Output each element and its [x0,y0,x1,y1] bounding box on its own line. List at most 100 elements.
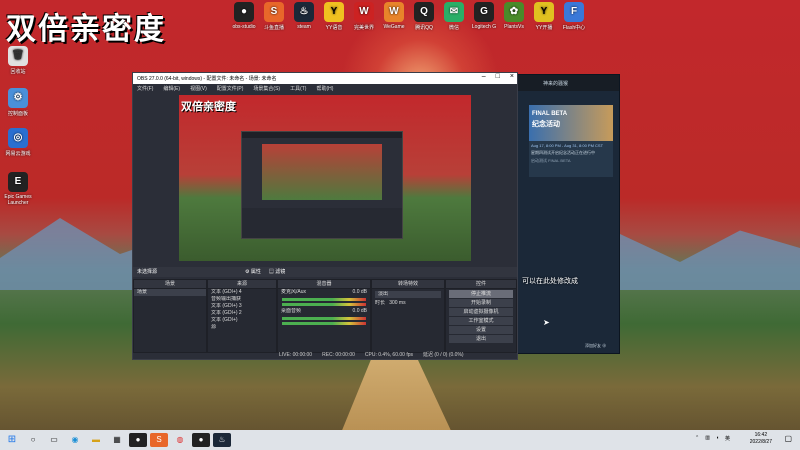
search-icon[interactable]: ○ [24,433,42,447]
obs-titlebar: OBS 27.0.0 (64-bit, windows) - 配置文件: 未命名… [133,73,517,84]
source-item[interactable]: 文本 (GDI+) 3 [208,303,276,310]
mixer-slider[interactable] [282,303,366,306]
mixer-meter [282,317,366,320]
add-friend-button[interactable]: 添加好友 ⊕ [585,343,606,349]
steam-event-card[interactable]: FINAL BETA 纪念活动 Aug 17, 8:00 PM - Aug 31,… [529,105,613,177]
edge-icon[interactable]: ◉ [66,433,84,447]
notification-icon[interactable]: ▢ [784,434,792,443]
obs-icon: ● [234,2,254,22]
source-item[interactable]: 源 [208,324,276,331]
taskbar: ⊞ ○ ▭ ◉ ▬ ▦ ● S ◍ ● ♨ ⌃ ▥ ◖ 英 16:42 2022/… [0,430,800,450]
mixer-dock: 混音器 麦克风/Aux 0.0 dB 桌面音频 0.0 dB [277,279,371,353]
douyu-icon: S [264,2,284,22]
plus-circle-icon: ⊕ [602,343,607,348]
scene-item[interactable]: 场景 [134,289,206,296]
obs-preview[interactable]: 双倍亲密度 [179,95,471,261]
desktop-icon-epic[interactable]: E Epic Games Launcher [0,172,40,206]
settings-button[interactable]: 设置 [449,326,513,334]
menu-view[interactable]: 视图(V) [190,85,207,92]
perfect-world-icon: W [354,2,374,22]
maximize-icon[interactable]: □ [496,73,500,80]
yy-live-icon: Y [534,2,554,22]
source-item[interactable]: 音频输出捕获 [208,296,276,303]
pvz-icon: ✿ [504,2,524,22]
source-item[interactable]: 文本 (GDI+) 2 [208,310,276,317]
desktop-icon-netease-cloud[interactable]: ◎ 网易云游戏 [0,128,40,157]
wechat-icon: ✉ [444,2,464,22]
transitions-dock: 转场特效 淡出 时长 300 ms [371,279,445,353]
steam-task-icon[interactable]: ♨ [213,433,231,447]
properties-button[interactable]: ⚙ 属性 [245,267,261,277]
mouse-cursor: ➤ [543,318,550,327]
wegame-icon: W [384,2,404,22]
chrome-icon[interactable]: ◍ [171,433,189,447]
obs-menubar: 文件(F) 编辑(E) 视图(V) 配置文件(P) 场景集合(S) 工具(T) … [133,84,517,93]
stop-stream-button[interactable]: 停止推流 [449,290,513,298]
overlay-text: 可以在此处修改成 [522,278,578,285]
logitech-icon: G [474,2,494,22]
desktop-icon-recycle-bin[interactable]: 🗑 回收站 [0,46,40,75]
minimize-icon[interactable]: – [482,73,486,80]
obs-task-icon[interactable]: ● [129,433,147,447]
steam-window[interactable]: 神来的骚猴 ‹ › FINAL BETA纪念活动 Aug 17, 8:00 PM… [500,74,620,354]
obs-window[interactable]: OBS 27.0.0 (64-bit, windows) - 配置文件: 未命名… [132,72,518,360]
recycle-bin-icon: 🗑 [8,46,28,66]
douyu-task-icon[interactable]: S [150,433,168,447]
menu-edit[interactable]: 编辑(E) [163,85,180,92]
yy-icon: Y [324,2,344,22]
store-icon[interactable]: ▦ [108,433,126,447]
transition-select[interactable]: 淡出 [375,291,441,298]
qq-icon: Q [414,2,434,22]
obs-statusbar: LIVE: 00:00:00 REC: 00:00:00 CPU: 0.4%, … [279,352,464,358]
menu-file[interactable]: 文件(F) [137,85,153,92]
source-item[interactable]: 文本 (GDI+) 4 [208,289,276,296]
menu-help[interactable]: 帮助(H) [316,85,333,92]
input-language[interactable]: 英 [725,435,730,442]
source-toolbar: 未选择源 ⚙ 属性 ▤ 滤镜 [133,267,517,277]
control-panel-icon: ⚙ [8,88,28,108]
source-item[interactable]: 文本 (GDI+) [208,317,276,324]
event-date: Aug 17, 8:00 PM - Aug 31, 8:00 PM CST [531,143,604,148]
taskbar-clock[interactable]: 16:42 2022/8/27 [750,432,772,446]
menu-tools[interactable]: 工具(T) [290,85,306,92]
steam-titlebar: 神来的骚猴 [501,75,619,91]
file-explorer-icon[interactable]: ▬ [87,433,105,447]
desktop-icon-control-panel[interactable]: ⚙ 控制面板 [0,88,40,117]
chevron-up-icon[interactable]: ⌃ [695,435,699,442]
task-view-icon[interactable]: ▭ [45,433,63,447]
flash-icon: F [564,2,584,22]
top-icon-row: ● obs-studio S 斗鱼直播 ♨ steam Y YY语音 W 完美世界 W We… [222,2,602,38]
mixer-meter [282,298,366,301]
watermark-text: 双倍亲密度 [6,12,166,47]
preview-watermark: 双倍亲密度 [181,100,236,113]
scenes-dock: 场景 场景 [133,279,207,353]
no-source-label: 未选择源 [137,269,158,275]
exit-button[interactable]: 退出 [449,335,513,343]
start-recording-button[interactable]: 开始录制 [449,299,513,307]
event-game: 启动测试 FINAL BETA [531,158,571,163]
mixer-channel-name: 麦克风/Aux 0.0 dB [281,289,367,295]
sources-dock: 来源 文本 (GDI+) 4 音频输出捕获 文本 (GDI+) 3 文本 (GD… [207,279,277,353]
mixer-slider[interactable] [282,322,366,325]
system-tray: ⌃ ▥ ◖ 英 [695,435,730,442]
event-banner: FINAL BETA 纪念活动 [529,105,613,141]
mixer-channel-name: 桌面音频 0.0 dB [281,308,367,314]
studio-mode-button[interactable]: 工作室模式 [449,317,513,325]
duration-row[interactable]: 时长 300 ms [372,300,444,307]
steam-user[interactable]: 神来的骚猴 [543,80,568,87]
obs-active-task-icon[interactable]: ● [192,433,210,447]
netease-cloud-icon: ◎ [8,128,28,148]
windows-start-icon[interactable]: ⊞ [3,433,21,447]
menu-profile[interactable]: 配置文件(P) [217,85,244,92]
nested-obs-preview [241,131,403,239]
filters-button[interactable]: ▤ 滤镜 [269,267,285,277]
close-icon[interactable]: × [510,73,514,80]
epic-games-icon: E [8,172,28,192]
menu-scene-collection[interactable]: 场景集合(S) [253,85,280,92]
network-icon[interactable]: ▥ [705,435,710,442]
controls-dock: 控件 停止推流 开始录制 启动虚拟摄像机 工作室模式 设置 退出 [445,279,517,353]
desktop-icon-flash[interactable]: F Flash中心 [552,2,596,31]
volume-icon[interactable]: ◖ [716,435,719,442]
virtual-camera-button[interactable]: 启动虚拟摄像机 [449,308,513,316]
steam-icon: ♨ [294,2,314,22]
